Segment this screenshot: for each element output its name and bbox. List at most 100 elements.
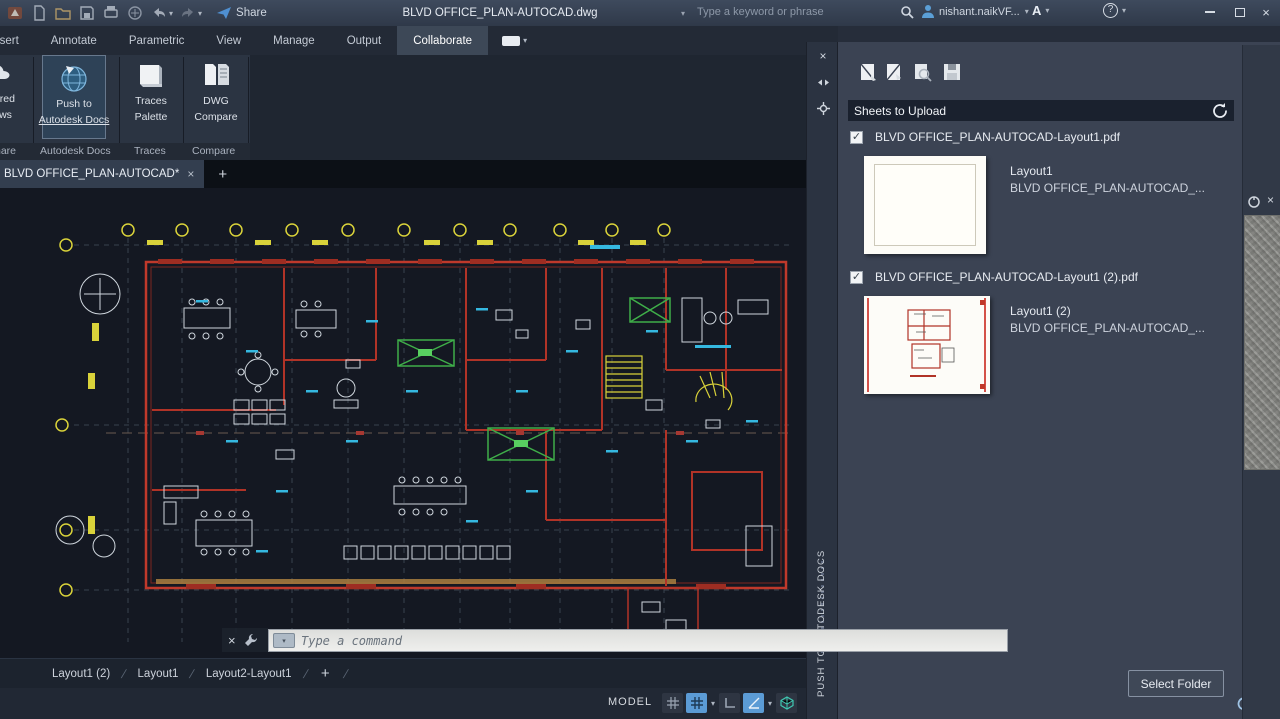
- new-document-tab-button[interactable]: +: [204, 160, 241, 188]
- traces-panel: Traces Palette: [120, 55, 182, 143]
- sheet-1-filename: BLVD OFFICE_PLAN-AUTOCAD-Layout1.pdf: [875, 130, 1120, 144]
- select-folder-button[interactable]: Select Folder: [1128, 670, 1224, 697]
- layout-tab-layout1[interactable]: Layout1: [126, 668, 191, 680]
- undo-icon[interactable]: [150, 4, 168, 22]
- tab-annotate[interactable]: Annotate: [35, 26, 113, 55]
- dwg-compare-button[interactable]: DWG Compare: [184, 55, 248, 139]
- drawing-canvas[interactable]: [0, 188, 806, 658]
- app-store-caret-icon: ▾: [1045, 6, 1049, 15]
- grid-display-icon[interactable]: [662, 693, 683, 713]
- collaborate-panels: Shared Views Push to Autodesk Docs: [0, 55, 250, 160]
- ribbon-display-toggle[interactable]: ▾: [502, 26, 527, 55]
- edge-palette-close-icon[interactable]: ×: [1267, 193, 1274, 207]
- save-icon[interactable]: [78, 4, 96, 22]
- polar-tracking-icon[interactable]: [743, 693, 764, 713]
- ortho-mode-icon[interactable]: [719, 693, 740, 713]
- panel-label-strip: Share Autodesk Docs Traces Compare: [0, 143, 250, 160]
- user-icon: [921, 4, 935, 19]
- palette-vertical-title[interactable]: PUSH TO AUTODESK DOCS: [816, 502, 827, 697]
- signed-in-user[interactable]: nishant.naikVF... ▾: [921, 4, 1029, 19]
- share-panel-label[interactable]: Share: [0, 145, 16, 157]
- palette-properties-icon[interactable]: [815, 100, 831, 116]
- push-to-autodesk-docs-button[interactable]: Push to Autodesk Docs: [42, 55, 106, 139]
- palette-autohide-icon[interactable]: [815, 74, 831, 90]
- sheet-1-thumbnail[interactable]: [864, 156, 986, 254]
- compare-panel: DWG Compare: [184, 55, 248, 143]
- panel-top-strip: [838, 26, 1280, 42]
- app-menu-icon[interactable]: [6, 4, 24, 22]
- edge-palette-autohide-icon[interactable]: [1247, 195, 1261, 209]
- push-to-docs-globe-icon: [58, 62, 90, 94]
- redo-icon[interactable]: [179, 4, 197, 22]
- sheet-item-2[interactable]: ✓ BLVD OFFICE_PLAN-AUTOCAD-Layout1 (2).p…: [850, 270, 1138, 284]
- tab-collaborate[interactable]: Collaborate: [397, 26, 488, 55]
- isodraft-icon[interactable]: [776, 693, 797, 713]
- help-button[interactable]: ? ▾: [1103, 3, 1126, 18]
- edge-palette-preview: [1244, 215, 1280, 470]
- refresh-icon[interactable]: [1211, 102, 1228, 119]
- maximize-button[interactable]: [1226, 0, 1254, 24]
- layout-tab-layout1-2[interactable]: Layout1 (2): [40, 668, 122, 680]
- save-sheet-list-icon[interactable]: [942, 62, 964, 84]
- sheet-2-thumbnail[interactable]: [864, 296, 990, 394]
- sheet-1-checkbox[interactable]: ✓: [850, 131, 863, 144]
- tab-output[interactable]: Output: [331, 26, 398, 55]
- traces-palette-button[interactable]: Traces Palette: [120, 55, 182, 139]
- tab-manage[interactable]: Manage: [257, 26, 331, 55]
- model-space-button[interactable]: MODEL: [608, 696, 652, 708]
- push-to-docs-palette-bar: × PUSH TO AUTODESK DOCS: [806, 42, 838, 719]
- tab-view[interactable]: View: [200, 26, 257, 55]
- command-input[interactable]: [301, 631, 1007, 650]
- minimize-button[interactable]: [1196, 0, 1224, 24]
- sheet-2-checkbox[interactable]: ✓: [850, 271, 863, 284]
- sheet-item-1[interactable]: ✓ BLVD OFFICE_PLAN-AUTOCAD-Layout1.pdf: [850, 130, 1120, 144]
- share-button[interactable]: Share: [216, 6, 267, 20]
- autocad-window: ▾ ▾ Share BLVD OFFICE_PLAN-AUTOCAD.dwg ▾…: [0, 0, 1280, 719]
- document-tab-bar: BLVD OFFICE_PLAN-AUTOCAD* × +: [0, 160, 806, 188]
- sheet-1-source-file: BLVD OFFICE_PLAN-AUTOCAD_...: [1010, 181, 1205, 195]
- undo-caret-icon[interactable]: ▾: [169, 9, 173, 18]
- traces-panel-label[interactable]: Traces: [134, 145, 166, 157]
- autodesk-docs-panel: Push to Autodesk Docs: [34, 55, 118, 143]
- compare-panel-label[interactable]: Compare: [192, 145, 235, 157]
- tab-insert[interactable]: Insert: [0, 26, 35, 55]
- snap-caret-icon[interactable]: ▾: [710, 699, 716, 708]
- close-window-button[interactable]: ×: [1252, 0, 1280, 24]
- sheet-2-thumbnail-drawing: [864, 296, 990, 394]
- palette-close-icon[interactable]: ×: [815, 48, 831, 64]
- cloud-icon[interactable]: [126, 4, 144, 22]
- search-input[interactable]: Type a keyword or phrase: [697, 6, 824, 18]
- command-line[interactable]: ▾: [268, 629, 1008, 652]
- preview-sheet-icon[interactable]: [912, 62, 934, 84]
- open-folder-icon[interactable]: [54, 4, 72, 22]
- plot-icon[interactable]: [102, 4, 120, 22]
- snap-mode-icon[interactable]: [686, 693, 707, 713]
- tab-parametric[interactable]: Parametric: [113, 26, 201, 55]
- floor-plan-drawing: [46, 190, 806, 658]
- command-close-icon[interactable]: ×: [228, 633, 236, 648]
- shared-views-button[interactable]: Shared Views: [0, 55, 30, 139]
- ribbon-toggle-icon: [502, 36, 520, 46]
- sheet-2-filename: BLVD OFFICE_PLAN-AUTOCAD-Layout1 (2).pdf: [875, 270, 1138, 284]
- new-layout-button[interactable]: +: [307, 665, 344, 682]
- autodesk-docs-panel-label[interactable]: Autodesk Docs: [40, 145, 111, 157]
- deselect-sheets-icon[interactable]: [884, 62, 906, 84]
- ribbon-toggle-caret-icon: ▾: [523, 36, 527, 45]
- app-store-icon: A: [1032, 3, 1041, 18]
- share-panel: Shared Views: [0, 55, 32, 143]
- recent-commands-icon[interactable]: ▾: [273, 633, 295, 648]
- share-label: Share: [236, 7, 267, 19]
- app-store-button[interactable]: A ▾: [1032, 3, 1049, 18]
- document-tab[interactable]: BLVD OFFICE_PLAN-AUTOCAD* ×: [0, 160, 204, 188]
- search-icon[interactable]: [900, 5, 915, 20]
- command-customize-wrench-icon[interactable]: [244, 633, 258, 647]
- layout-tab-layout2-layout1[interactable]: Layout2-Layout1: [194, 668, 304, 680]
- polar-caret-icon[interactable]: ▾: [767, 699, 773, 708]
- user-caret-icon: ▾: [1025, 7, 1029, 16]
- search-caret-icon[interactable]: ▾: [681, 9, 685, 18]
- new-drawing-icon[interactable]: [30, 4, 48, 22]
- redo-caret-icon[interactable]: ▾: [198, 9, 202, 18]
- sheets-to-upload-label: Sheets to Upload: [854, 104, 946, 118]
- document-tab-close-icon[interactable]: ×: [187, 167, 194, 181]
- select-sheets-icon[interactable]: [858, 62, 880, 84]
